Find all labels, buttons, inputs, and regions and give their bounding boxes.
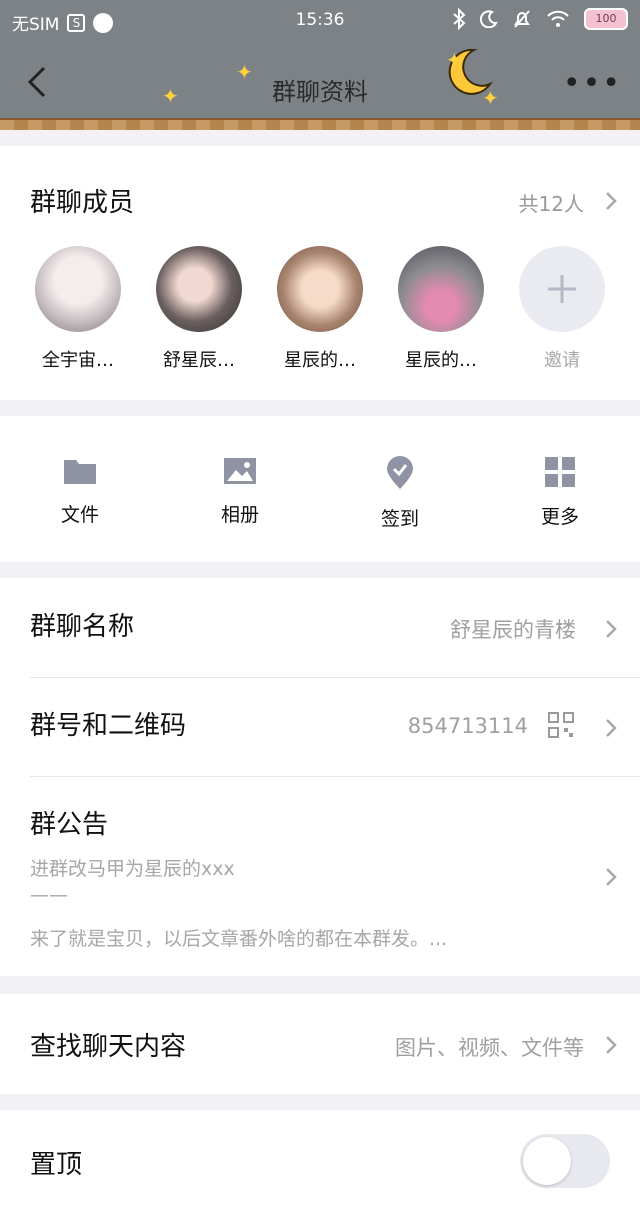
group-notice-label: 群公告	[30, 810, 109, 840]
bluetooth-icon	[453, 8, 466, 30]
search-chat-row[interactable]: 查找聊天内容 图片、视频、文件等	[0, 994, 640, 1094]
sparkle-icon: ✦	[446, 48, 463, 72]
action-label: 文件	[60, 504, 99, 526]
member-avatar[interactable]	[156, 246, 242, 332]
sparkle-icon: ✦	[482, 86, 499, 110]
search-chat-hint: 图片、视频、文件等	[395, 1036, 584, 1060]
member-name: 星辰的…	[405, 350, 477, 371]
quick-actions-card: 文件 相册 签到 更多	[0, 416, 640, 562]
more-menu-icon[interactable]: •••	[563, 69, 622, 99]
notice-line: 进群改马甲为星辰的xxx	[30, 858, 235, 880]
folder-icon	[64, 460, 96, 484]
group-id-value: 854713114	[407, 714, 528, 738]
action-label: 更多	[540, 506, 579, 528]
chevron-right-icon[interactable]	[604, 866, 618, 888]
action-files[interactable]: 文件	[30, 456, 130, 527]
member-avatar[interactable]	[277, 246, 363, 332]
members-card: 群聊成员 共12人 全宇宙… 舒星辰… 星辰的… 星辰的… 邀请	[0, 146, 640, 400]
action-checkin[interactable]: 签到	[350, 456, 450, 531]
group-id-label: 群号和二维码	[30, 711, 187, 741]
wifi-icon	[547, 10, 569, 27]
nav-header: ✦ ✦ 群聊资料 ✦ ✦ •••	[0, 44, 640, 118]
notice-line: ——	[30, 884, 68, 906]
mute-bell-icon	[514, 10, 530, 28]
battery-icon: 100	[584, 8, 628, 30]
chevron-right-icon[interactable]	[604, 717, 618, 739]
invite-label: 邀请	[544, 350, 580, 371]
qr-code-icon	[548, 712, 574, 738]
checkin-icon	[387, 456, 413, 489]
divider	[30, 776, 640, 777]
plus-icon	[548, 275, 576, 303]
pin-toggle[interactable]	[520, 1134, 610, 1188]
search-chat-label: 查找聊天内容	[30, 1032, 187, 1062]
divider	[30, 677, 640, 678]
decorative-wood-bar	[0, 118, 640, 130]
chevron-right-icon[interactable]	[604, 1034, 618, 1056]
image-icon	[224, 458, 256, 484]
member-name: 星辰的…	[284, 350, 356, 371]
member-name: 舒星辰…	[163, 350, 235, 371]
invite-button[interactable]	[519, 246, 605, 332]
chevron-right-icon[interactable]	[604, 190, 618, 212]
action-more[interactable]: 更多	[510, 456, 610, 529]
pin-label: 置顶	[30, 1150, 83, 1180]
toggle-knob	[523, 1137, 571, 1185]
status-bar: 无SIM S 15:36 100	[0, 0, 640, 44]
member-avatar[interactable]	[35, 246, 121, 332]
group-name-label: 群聊名称	[30, 612, 135, 642]
page-title: 群聊资料	[272, 78, 368, 106]
action-label: 签到	[380, 508, 419, 530]
chevron-right-icon[interactable]	[604, 618, 618, 640]
group-name-value: 舒星辰的青楼	[450, 618, 576, 642]
action-label: 相册	[220, 504, 259, 526]
moon-status-icon	[480, 10, 498, 28]
pin-row: 置顶	[0, 1110, 640, 1205]
group-info-card: 群聊名称 舒星辰的青楼 群号和二维码 854713114 群公告 进群改马甲为星…	[0, 578, 640, 976]
member-count[interactable]: 共12人	[519, 188, 584, 217]
notice-line: 来了就是宝贝，以后文章番外啥的都在本群发。...	[30, 928, 448, 950]
member-name: 全宇宙…	[42, 350, 114, 371]
action-album[interactable]: 相册	[190, 456, 290, 527]
member-avatar[interactable]	[398, 246, 484, 332]
status-right: 100	[452, 8, 628, 30]
members-title: 群聊成员	[30, 188, 135, 218]
grid-icon	[545, 457, 575, 487]
